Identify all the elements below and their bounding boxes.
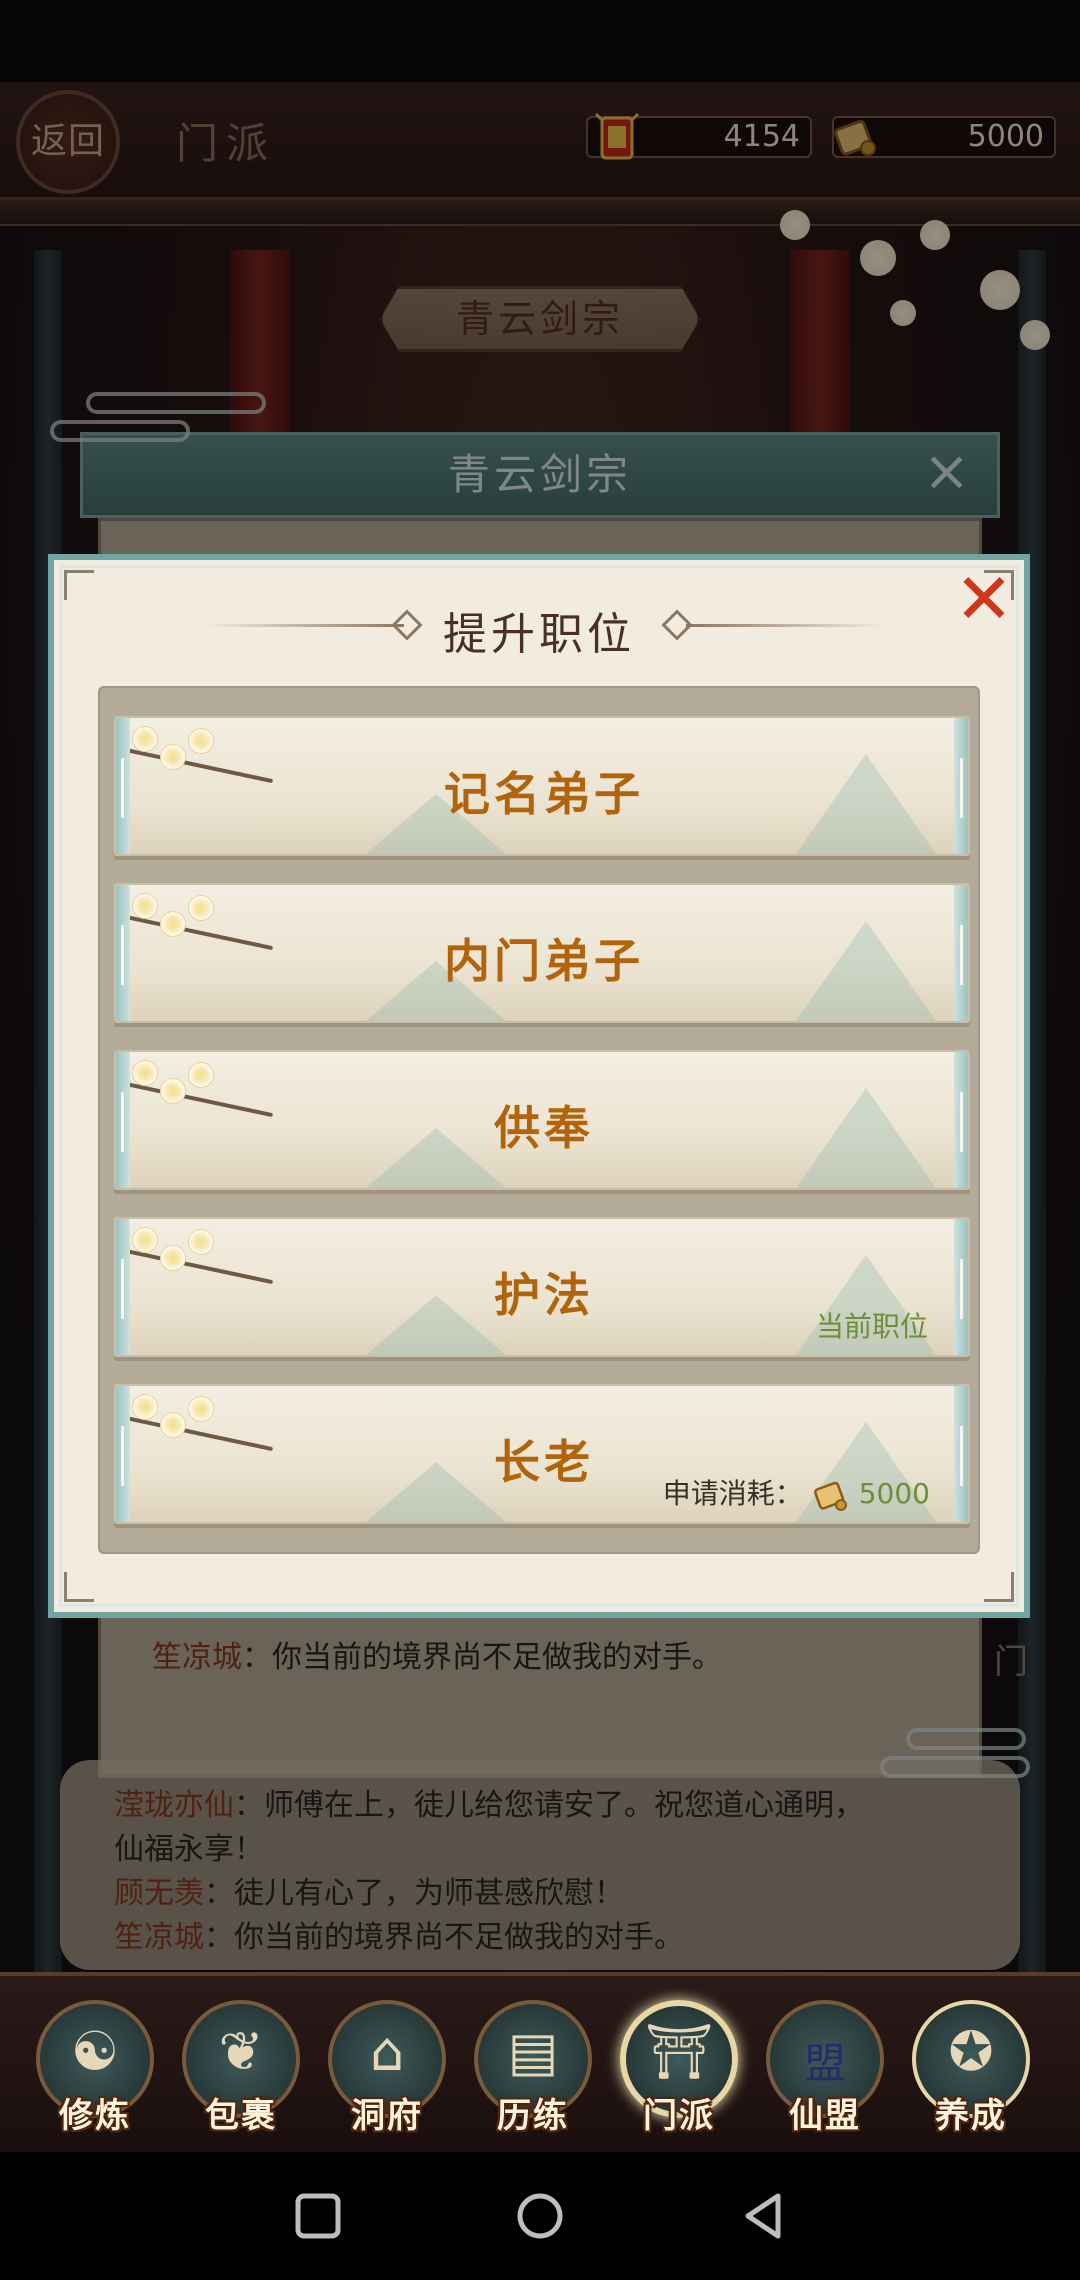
corner-decor <box>64 570 94 600</box>
flower-decor <box>132 1060 158 1086</box>
nav-label: 仙盟 <box>789 2096 861 2136</box>
recent-apps-icon[interactable] <box>290 2188 346 2244</box>
nav-sect[interactable]: ⛩ 门派 <box>614 2000 744 2142</box>
gate-icon: ⛩ <box>644 2020 714 2083</box>
flower-decor <box>188 728 214 754</box>
flower-decor <box>188 1229 214 1255</box>
rank-name: 记名弟子 <box>444 767 644 821</box>
nav-label: 门派 <box>643 2096 715 2136</box>
status-bar <box>0 0 1080 82</box>
corner-decor <box>64 1572 94 1602</box>
apply-cost-value: 5000 <box>858 1477 930 1510</box>
home-icon[interactable] <box>512 2188 568 2244</box>
rank-card-zhanglao[interactable]: 长老 申请消耗： 5000 <box>114 1384 970 1524</box>
apply-cost-label: 申请消耗： <box>662 1477 803 1510</box>
nav-label: 历练 <box>497 2096 569 2136</box>
nav-label: 洞府 <box>351 2096 423 2136</box>
rank-card-gongfeng[interactable]: 供奉 <box>114 1050 970 1190</box>
scroll-icon: ▤ <box>507 2020 559 2083</box>
flower-decor <box>132 893 158 919</box>
nav-mansion[interactable]: ⌂ 洞府 <box>322 2000 452 2142</box>
bag-icon: ❦ <box>218 2020 264 2083</box>
alliance-crown-icon: 盟 <box>803 2039 846 2088</box>
flower-decor <box>132 1394 158 1420</box>
cultivator-icon: ☯ <box>70 2020 120 2083</box>
flower-decor <box>188 1062 214 1088</box>
nav-develop[interactable]: ✪ 养成 <box>906 2000 1036 2142</box>
rank-card-hufa[interactable]: 护法 当前职位 <box>114 1217 970 1357</box>
flower-decor <box>188 1396 214 1422</box>
modal-title: 提升职位 <box>443 609 635 660</box>
apply-cost: 申请消耗： 5000 <box>663 1472 930 1512</box>
pentagram-icon: ✪ <box>948 2020 994 2083</box>
rank-name: 供奉 <box>494 1101 594 1155</box>
rank-card-jiming[interactable]: 记名弟子 <box>114 716 970 856</box>
flower-decor <box>132 1227 158 1253</box>
gold-scroll-icon <box>813 1481 847 1511</box>
nav-cultivate[interactable]: ☯ 修炼 <box>30 2000 160 2142</box>
rank-name: 内门弟子 <box>444 934 644 988</box>
nav-alliance[interactable]: 盟 仙盟 <box>760 2000 890 2142</box>
nav-bag[interactable]: ❦ 包裹 <box>176 2000 306 2142</box>
rank-card-neimen[interactable]: 内门弟子 <box>114 883 970 1023</box>
nav-label: 包裹 <box>205 2096 277 2136</box>
flower-decor <box>188 895 214 921</box>
rank-list: 记名弟子 内门弟子 供奉 护法 当前职位 长老 申请消耗： 5000 <box>98 686 980 1554</box>
mansion-icon: ⌂ <box>369 2020 405 2083</box>
nav-label: 修炼 <box>59 2096 131 2136</box>
system-nav-bar <box>0 2152 1080 2280</box>
back-nav-icon[interactable] <box>736 2188 792 2244</box>
current-rank-badge: 当前职位 <box>815 1310 928 1343</box>
nav-label: 养成 <box>935 2096 1007 2136</box>
corner-decor <box>984 1572 1014 1602</box>
nav-train[interactable]: ▤ 历练 <box>468 2000 598 2142</box>
promote-rank-modal: 提升职位 ✕ 记名弟子 内门弟子 供奉 护法 当前职位 长老 申请消耗： 500… <box>48 554 1030 1618</box>
flower-decor <box>132 726 158 752</box>
close-x-icon[interactable]: ✕ <box>954 564 1014 634</box>
